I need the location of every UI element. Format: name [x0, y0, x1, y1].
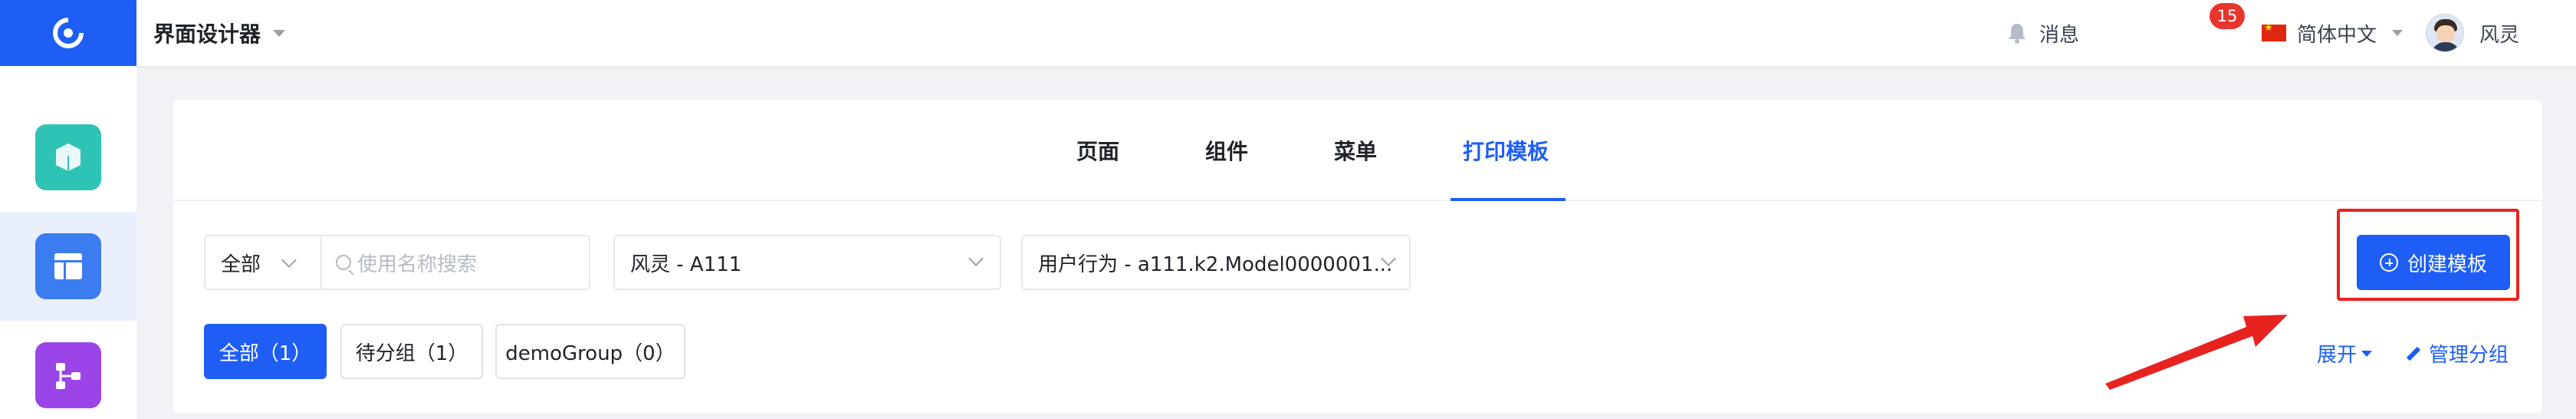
chevron-down-icon: [968, 251, 984, 266]
expand-label: 展开: [2317, 344, 2358, 367]
bell-icon: [2009, 24, 2026, 44]
logo-icon: [53, 18, 84, 48]
chevron-down-icon: [281, 252, 297, 268]
create-template-label: 创建模板: [2407, 252, 2487, 276]
chevron-down-icon: [2392, 30, 2404, 36]
group-filter-demogroup[interactable]: demoGroup（0）: [495, 324, 685, 379]
user-menu[interactable]: 风灵: [2426, 0, 2519, 66]
manage-groups-label: 管理分组: [2429, 344, 2509, 367]
model-select[interactable]: 用户行为 - a111.k2.Model0000001...: [1021, 235, 1411, 290]
search-input[interactable]: 使用名称搜索: [320, 236, 589, 289]
app-logo[interactable]: [0, 0, 136, 66]
sidebar-item-models[interactable]: [0, 103, 136, 212]
search-placeholder: 使用名称搜索: [357, 252, 478, 276]
sidebar-item-flow[interactable]: [0, 321, 136, 419]
tab-print-templates[interactable]: 打印模板: [1463, 100, 1549, 201]
annotation-arrow: [2105, 315, 2288, 390]
tab-bar: 页面 组件 菜单 打印模板: [173, 100, 2542, 201]
user-name: 风灵: [2479, 23, 2520, 47]
manage-groups-button[interactable]: 管理分组: [2406, 339, 2509, 368]
active-tab-indicator: [1451, 198, 1566, 201]
messages-button[interactable]: 消息: [2007, 0, 2079, 66]
app-title: 界面设计器: [153, 21, 261, 47]
tab-pages[interactable]: 页面: [1076, 100, 1119, 201]
search-icon: [336, 255, 351, 270]
app-select[interactable]: 风灵 - A111: [613, 235, 1001, 290]
messages-label: 消息: [2039, 23, 2080, 47]
tab-menus[interactable]: 菜单: [1334, 100, 1377, 201]
layout-icon: [35, 233, 101, 299]
plus-circle-icon: [2379, 253, 2398, 272]
flow-icon: [35, 342, 101, 408]
scope-select[interactable]: 全部: [205, 236, 320, 289]
language-label: 简体中文: [2297, 23, 2377, 47]
create-template-button[interactable]: 创建模板: [2357, 235, 2510, 290]
search-filter-group: 全部 使用名称搜索: [204, 235, 590, 290]
edit-icon: [2406, 346, 2421, 361]
avatar: [2426, 14, 2464, 52]
model-select-value: 用户行为 - a111.k2.Model0000001...: [1038, 252, 1393, 276]
expand-button[interactable]: 展开: [2317, 339, 2373, 368]
tab-components[interactable]: 组件: [1205, 100, 1248, 201]
language-switcher[interactable]: 简体中文: [2262, 0, 2404, 66]
china-flag-icon: [2262, 23, 2286, 41]
caret-down-icon: [2361, 350, 2373, 357]
sidebar: [0, 66, 136, 419]
chevron-down-icon: [273, 29, 286, 37]
group-filter-ungrouped[interactable]: 待分组（1）: [340, 324, 483, 379]
scope-select-value: 全部: [221, 252, 261, 276]
cube-icon: [35, 124, 101, 190]
app-switcher[interactable]: 界面设计器: [153, 0, 286, 66]
sidebar-item-ui-designer[interactable]: [0, 212, 136, 321]
group-filter-all[interactable]: 全部（1）: [204, 324, 327, 379]
app-select-value: 风灵 - A111: [630, 252, 742, 276]
message-count-badge: 15: [2210, 3, 2245, 29]
